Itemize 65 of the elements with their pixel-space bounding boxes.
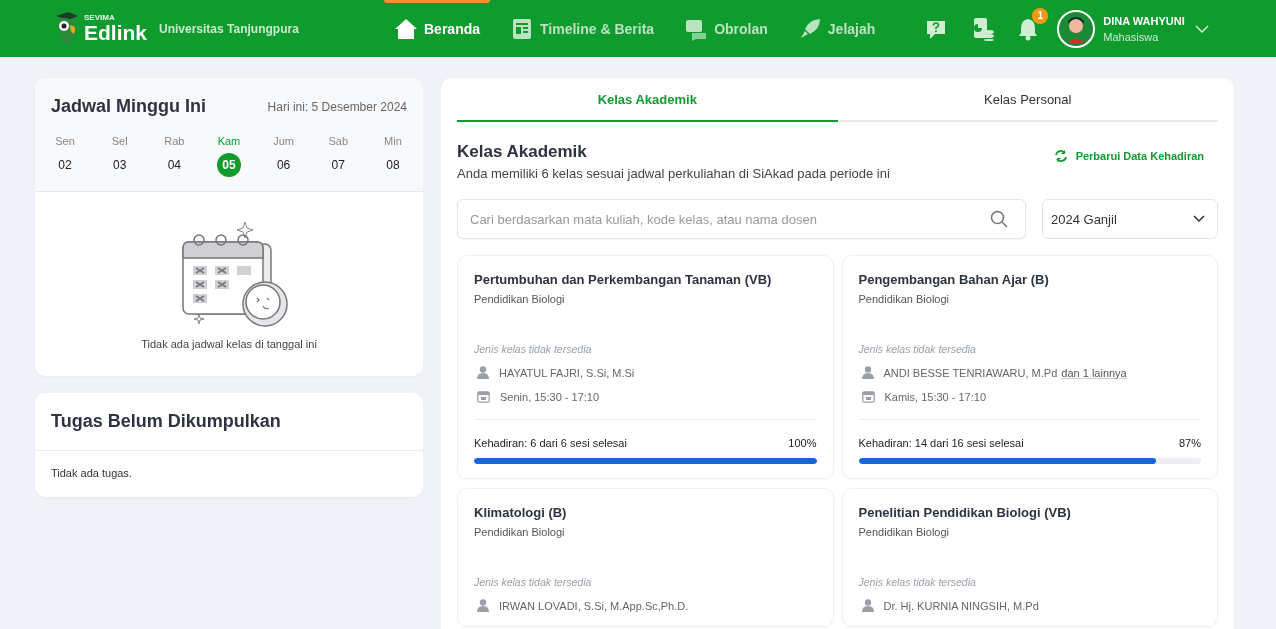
tab[interactable]: Kelas Akademik [457,78,838,122]
person-icon [477,366,489,379]
nav-link[interactable]: Beranda [384,0,491,57]
search-field[interactable]: Cari berdasarkan mata kuliah, kode kelas, atau nama dosen [457,199,1026,239]
class-type: Jenis kelas tidak tersedia [858,576,977,588]
today-date: Hari ini: 5 Desember 2024 [267,99,407,114]
house-icon [394,16,418,41]
search-icon[interactable] [990,210,1008,228]
class-schedule: Kamis, 15:30 - 17:10 [884,390,986,403]
section-title: Kelas Akademik [457,142,588,162]
avatar-icon[interactable] [1057,9,1096,48]
card-title: Tugas Belum Dikumpulkan [35,393,423,451]
class-program: Pendidikan Biologi [858,293,950,305]
empty-message: Tidak ada tugas. [50,466,133,481]
calendar-icon [861,390,875,403]
day-item[interactable]: Sen 02 [51,135,79,177]
refresh-icon[interactable] [1053,148,1068,163]
class-card[interactable]: Klimatologi (B) Pendidikan Biologi Jenis kelas tidak tersedia IRWAN LOVADI, S.Si, M.App.Sc,Ph.D. [457,488,834,627]
lecturer-name: IRWAN LOVADI, S.Si, M.App.Sc,Ph.D. [499,599,689,612]
attendance-text: Kehadiran: 6 dari 6 sesi selesai [474,437,627,449]
class-type: Jenis kelas tidak tersedia [474,343,593,355]
attendance-text: Kehadiran: 14 dari 16 sesi selesai [858,437,1024,449]
logo-text: Edlink [84,22,147,43]
attendance-percent: 100% [788,437,817,449]
day-item[interactable]: Min 08 [378,135,407,177]
class-card[interactable]: Pengembangan Bahan Ajar (B) Pendidikan Biologi Jenis kelas tidak tersedia ANDI BESSE TENRIAWARU, M.Pd dan 1 lainnya Kamis, 15:30 - 17:10 Kehadiran: 14 dari 16 sesi selesai 87% [841,255,1218,479]
logo-subtext: SEVIMA [84,14,116,22]
day-item[interactable]: Kam 05 [214,135,243,177]
period-dropdown[interactable]: 2024 Ganjil [1042,199,1218,239]
refresh-link[interactable]: Perbarui Data Kehadiran [1053,148,1204,163]
class-program: Pendidikan Biologi [474,293,566,305]
day-item[interactable]: Rab 04 [160,135,189,177]
day-item[interactable]: Jum 06 [269,135,298,177]
class-schedule: Senin, 15:30 - 17:10 [500,390,600,403]
class-program: Pendidikan Biologi [474,526,566,538]
class-card[interactable]: Penelitian Pendidikan Biologi (VB) Pendidikan Biologi Jenis kelas tidak tersedia Dr. Hj. KURNIA NINGSIH, M.Pd [841,488,1218,627]
tab[interactable]: Kelas Personal [837,78,1218,122]
lecturer-name: ANDI BESSE TENRIAWARU, M.Pd [883,366,1058,379]
class-title: Klimatologi (B) [474,505,568,520]
class-title: Pengembangan Bahan Ajar (B) [858,272,1050,287]
lecturer-name: Dr. Hj. KURNIA NINGSIH, M.Pd [883,599,1039,612]
lecturer-name: HAYATUL FAJRI, S.Si, M.Si [499,366,635,379]
more-lecturers-link[interactable]: dan 1 lainnya [1061,366,1127,379]
user-role: Mahasiswa [1103,30,1160,43]
day-item[interactable]: Sel 03 [105,135,134,177]
notification-badge: 1 [1032,7,1049,24]
class-type: Jenis kelas tidak tersedia [474,576,593,588]
day-item[interactable]: Sab 07 [324,135,353,177]
university-name: Universitas Tanjungpura [159,21,299,36]
card-title: Jadwal Minggu Ini [51,96,206,117]
class-title: Pertumbuhan dan Perkembangan Tanaman (VB) [474,272,773,287]
bell-icon[interactable] [1017,16,1040,41]
person-icon [861,366,874,379]
calendar-icon [477,390,490,403]
attendance-percent: 87% [1178,437,1201,449]
user-name: DINA WAHYUNI [1103,14,1185,27]
chevron-down-icon[interactable] [1193,215,1205,223]
empty-message: Tidak ada jadwal kelas di tanggal ini [141,338,317,350]
section-subtitle: Anda memiliki 6 kelas sesuai jadwal perkuliahan di SiAkad pada periode ini [457,166,890,181]
class-title: Penelitian Pendidikan Biologi (VB) [858,505,1072,520]
person-icon [861,599,874,612]
person-icon [477,599,489,612]
class-type: Jenis kelas tidak tersedia [858,343,977,355]
class-program: Pendidikan Biologi [858,526,950,538]
class-card[interactable]: Pertumbuhan dan Perkembangan Tanaman (VB) Pendidikan Biologi Jenis kelas tidak tersedia HAYATUL FAJRI, S.Si, M.Si Senin, 15:30 - 17:10 Kehadiran: 6 dari 6 sesi selesai 100% [457,255,834,479]
